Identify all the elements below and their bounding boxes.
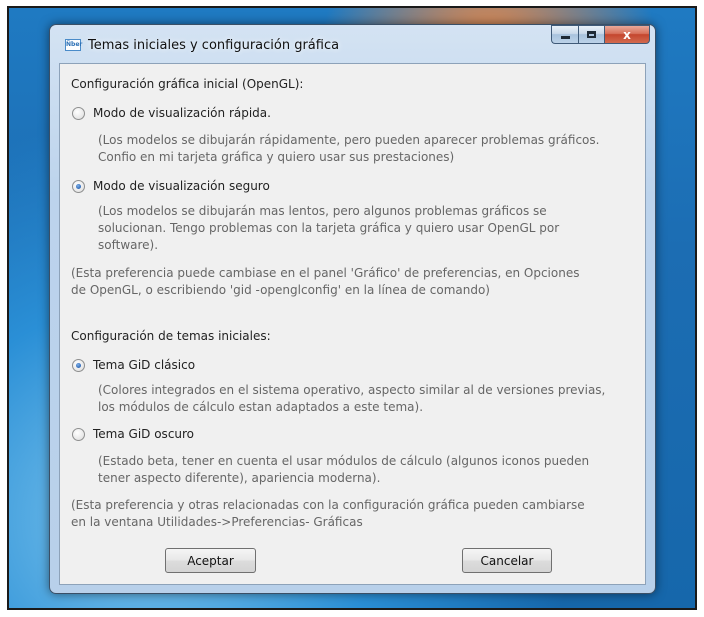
close-button[interactable]: x <box>604 25 650 44</box>
title-bar[interactable]: Ñber Temas iniciales y configuración grá… <box>50 25 655 61</box>
fast-mode-desc-line2: Confio en mi tarjeta gráfica y quiero us… <box>98 150 455 164</box>
safe-mode-desc-line3: software). <box>98 238 159 252</box>
minimize-icon <box>560 36 570 39</box>
dialog-content: Configuración gráfica inicial (OpenGL): … <box>59 63 646 585</box>
safe-mode-label[interactable]: Modo de visualización seguro <box>93 178 270 194</box>
dark-theme-label[interactable]: Tema GiD oscuro <box>93 426 194 442</box>
safe-mode-desc-line2: solucionan. Tengo problemas con la tarje… <box>98 221 560 235</box>
themes-heading: Configuración de temas iniciales: <box>71 329 271 343</box>
radio-dark-theme[interactable] <box>72 428 85 441</box>
window-controls: x <box>551 25 650 45</box>
opengl-note-line2: de OpenGL, o escribiendo 'gid -openglcon… <box>71 283 490 297</box>
radio-safe-mode[interactable] <box>72 180 85 193</box>
radio-fast-mode[interactable] <box>72 107 85 120</box>
dark-theme-desc-line2: tener aspecto diferente), apariencia mod… <box>98 471 381 485</box>
maximize-icon <box>587 31 596 38</box>
fast-mode-label[interactable]: Modo de visualización rápida. <box>93 105 271 121</box>
maximize-button[interactable] <box>578 25 604 44</box>
fast-mode-desc-line1: (Los modelos se dibujarán rápidamente, p… <box>98 133 600 147</box>
dark-theme-desc-line1: (Estado beta, tener en cuenta el usar mó… <box>98 454 590 468</box>
classic-theme-label[interactable]: Tema GiD clásico <box>93 357 195 373</box>
radio-classic-theme[interactable] <box>72 359 85 372</box>
close-icon: x <box>623 27 631 42</box>
themes-note-line1: (Esta preferencia y otras relacionadas c… <box>71 498 585 512</box>
classic-theme-desc-line1: (Colores integrados en el sistema operat… <box>98 383 606 397</box>
window-title: Temas iniciales y configuración gráfica <box>88 38 340 53</box>
safe-mode-desc-line1: (Los modelos se dibujarán mas lentos, pe… <box>98 204 547 218</box>
dialog-window: Ñber Temas iniciales y configuración grá… <box>49 24 656 594</box>
themes-note-line2: en la ventana Utilidades->Preferencias- … <box>71 515 363 529</box>
minimize-button[interactable] <box>551 25 578 44</box>
accept-button[interactable]: Aceptar <box>165 548 256 573</box>
opengl-heading: Configuración gráfica inicial (OpenGL): <box>71 77 304 91</box>
classic-theme-desc-line2: los módulos de cálculo estan adaptados a… <box>98 400 424 414</box>
opengl-note-line1: (Esta preferencia puede cambiase en el p… <box>71 266 580 280</box>
app-icon: Ñber <box>65 39 82 51</box>
cancel-button[interactable]: Cancelar <box>462 548 552 573</box>
